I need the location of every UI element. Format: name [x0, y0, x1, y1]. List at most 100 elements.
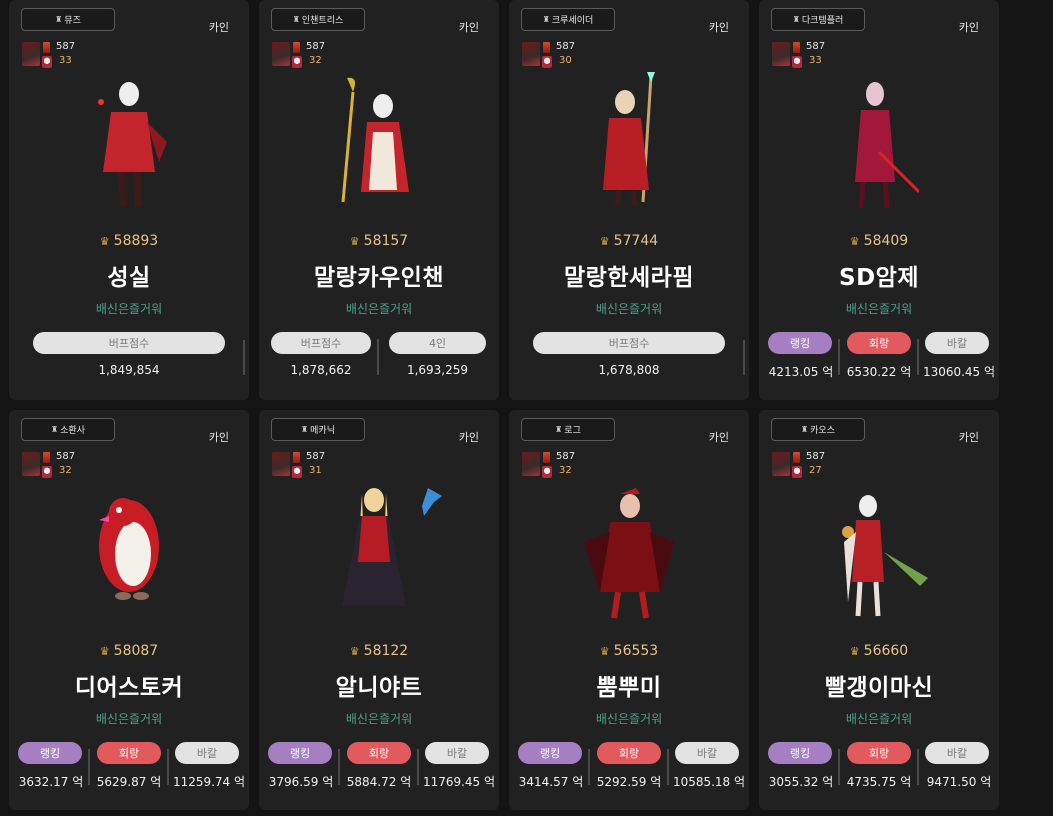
tower-icon: ♜	[292, 15, 300, 24]
character-sprite	[69, 472, 189, 632]
divider	[88, 749, 90, 785]
character-sprite	[69, 62, 189, 222]
character-name: 성실	[107, 265, 151, 291]
character-sprite	[329, 472, 459, 632]
job-tag: ♜ 뮤즈	[21, 8, 115, 31]
character-thumb	[772, 42, 790, 66]
character-card[interactable]: ♜ 메카닉 카인 587 31 ♛ 58122 알니야트 배신은즐거워 랭킹 379…	[259, 410, 499, 810]
character-sprite	[819, 62, 939, 222]
server-label: 카인	[958, 431, 979, 444]
character-card[interactable]: ♜ 인챈트리스 카인 587 32 ♛ 58157 말랑카우인챈 배신은즐거워 버프…	[259, 0, 499, 400]
server-label: 카인	[708, 431, 729, 444]
character-name: SD암제	[839, 265, 919, 291]
guild-name[interactable]: 배신은즐거워	[509, 710, 749, 727]
pet-thumb	[542, 56, 552, 68]
bakal-badge: 바칼	[425, 742, 489, 764]
stats-row: 랭킹 3796.59 억 회랑 5884.72 억 바칼 11769.45 억	[259, 742, 499, 792]
tower-icon: ♜	[50, 425, 59, 434]
level-value: 587	[556, 41, 576, 52]
scroll-divider	[243, 340, 245, 375]
pet-thumb	[292, 56, 302, 68]
job-label: 메카닉	[310, 426, 335, 436]
character-sprite	[569, 472, 689, 632]
job-label: 카오스	[810, 426, 835, 436]
ranking-badge: 랭킹	[768, 332, 832, 354]
crown-icon: ♛	[849, 235, 860, 248]
divider	[838, 339, 840, 375]
level-value: 587	[306, 41, 326, 52]
character-sprite	[319, 62, 439, 222]
job-tag: ♜ 카오스	[771, 418, 865, 441]
character-grid: ♜ 뮤즈 카인 587 33 ♛ 58893 성실 배신은즐거워 버프점수 1,84…	[0, 0, 1053, 816]
character-card[interactable]: ♜ 카오스 카인 587 27 ♛ 56660 빨갱이마신 배신은즐거워 랭킹 30…	[759, 410, 999, 810]
ranking-value: 3414.57 억	[518, 775, 584, 789]
fame-score: ♛ 56553	[599, 643, 659, 659]
character-card[interactable]: ♜ 뮤즈 카인 587 33 ♛ 58893 성실 배신은즐거워 버프점수 1,84…	[9, 0, 249, 400]
job-label: 인챈트리스	[301, 16, 344, 26]
guild-name[interactable]: 배신은즐거워	[509, 300, 749, 317]
level-value: 587	[56, 451, 76, 462]
character-thumb	[772, 452, 790, 476]
character-name: 뿜뿌미	[596, 675, 662, 701]
corridor-value: 6530.22 억	[846, 365, 912, 379]
job-tag: ♜ 인챈트리스	[271, 8, 365, 31]
character-name: 알니야트	[335, 675, 423, 701]
character-card[interactable]: ♜ 소환사 카인 587 32 ♛ 58087 디어스토커 배신은즐거워 랭킹 36…	[9, 410, 249, 810]
medal-icon	[793, 452, 800, 463]
guild-name[interactable]: 배신은즐거워	[259, 710, 499, 727]
character-card[interactable]: ♜ 로그 카인 587 32 ♛ 56553 뿜뿌미 배신은즐거워 랭킹 3414.…	[509, 410, 749, 810]
buff-score-value: 1,849,854	[98, 363, 160, 377]
fame-score: ♛ 58409	[849, 233, 909, 249]
sub-level-value: 31	[309, 465, 322, 476]
crown-icon: ♛	[349, 235, 360, 248]
guild-name[interactable]: 배신은즐거워	[759, 300, 999, 317]
level-value: 587	[56, 41, 76, 52]
server-label: 카인	[958, 21, 979, 34]
pet-thumb	[42, 466, 52, 478]
job-tag: ♜ 소환사	[21, 418, 115, 441]
character-name: 말랑카우인챈	[314, 265, 444, 291]
tower-icon: ♜	[555, 425, 563, 434]
guild-name[interactable]: 배신은즐거워	[9, 710, 249, 727]
medal-icon	[293, 452, 300, 463]
corridor-badge: 회랑	[97, 742, 161, 764]
guild-name[interactable]: 배신은즐거워	[259, 300, 499, 317]
corridor-badge: 회랑	[847, 742, 911, 764]
character-card[interactable]: ♜ 다크템플러 카인 587 33 ♛ 58409 SD암제 배신은즐거워 랭킹 4…	[759, 0, 999, 400]
corridor-value: 4735.75 억	[846, 775, 912, 789]
ranking-badge: 랭킹	[518, 742, 582, 764]
level-value: 587	[306, 451, 326, 462]
ranking-value: 3796.59 억	[268, 775, 334, 789]
ranking-badge: 랭킹	[18, 742, 82, 764]
character-thumb	[22, 42, 40, 66]
character-card[interactable]: ♜ 크루세이더 카인 587 30 ♛ 57744 말랑한세라핌 배신은즐거워 버프…	[509, 0, 749, 400]
pet-thumb	[792, 466, 802, 478]
corridor-value: 5884.72 억	[346, 775, 412, 789]
medal-icon	[43, 42, 50, 53]
corridor-badge: 회랑	[847, 332, 911, 354]
bakal-badge: 바칼	[675, 742, 739, 764]
guild-name[interactable]: 배신은즐거워	[759, 710, 999, 727]
fame-score: ♛ 58157	[349, 233, 409, 249]
job-label: 소환사	[60, 426, 85, 436]
fame-score: ♛ 58087	[99, 643, 159, 659]
job-label: 로그	[564, 426, 581, 436]
bakal-badge: 바칼	[175, 742, 239, 764]
bakal-badge: 바칼	[925, 742, 989, 764]
crown-icon: ♛	[849, 645, 860, 658]
tower-icon: ♜	[55, 15, 63, 24]
level-value: 587	[556, 451, 576, 462]
corridor-value: 5629.87 억	[96, 775, 162, 789]
level-value: 587	[806, 41, 826, 52]
character-name: 빨갱이마신	[824, 675, 934, 701]
level-value: 587	[806, 451, 826, 462]
character-sprite	[569, 62, 689, 222]
server-label: 카인	[708, 21, 729, 34]
four-party-badge: 4인	[389, 332, 486, 354]
tower-icon: ♜	[800, 425, 809, 434]
bakal-badge: 바칼	[925, 332, 989, 354]
guild-name[interactable]: 배신은즐거워	[9, 300, 249, 317]
bakal-value: 11769.45 억	[422, 775, 496, 789]
divider	[588, 749, 590, 785]
job-tag: ♜ 크루세이더	[521, 8, 615, 31]
